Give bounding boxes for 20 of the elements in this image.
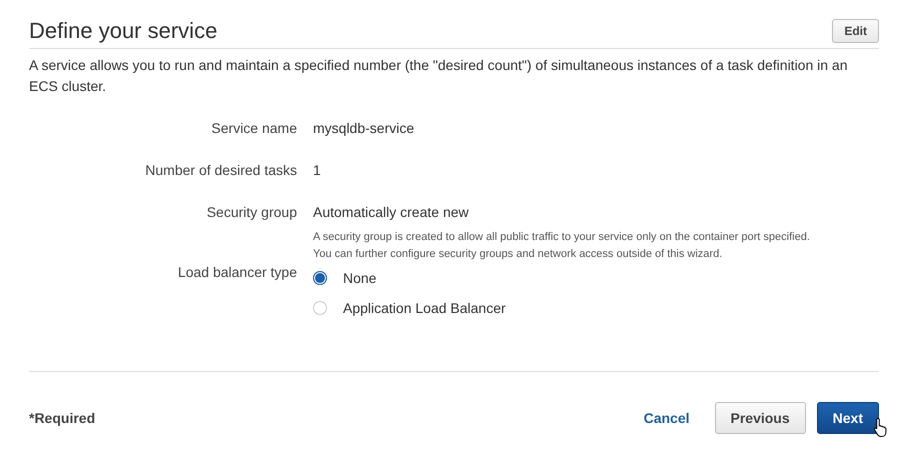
help-text: A security group is created to allow all public traffic to your service only on the container port specified.: [313, 230, 811, 245]
page-title: Define your service: [29, 18, 218, 44]
edit-button[interactable]: Edit: [832, 19, 879, 43]
description-text: A service allows you to run and maintain a specified number (the "desired count") of simultaneous instances of a task definition in an ECS cluster.: [29, 56, 849, 96]
field-value: 1: [313, 161, 322, 179]
field-label: Security group: [206, 203, 297, 222]
cancel-link[interactable]: Cancel: [644, 410, 690, 426]
next-button[interactable]: Next: [816, 402, 879, 434]
field-label: Load balancer type: [176, 263, 297, 282]
field-value: Automatically create new: [313, 203, 470, 221]
field-value: mysqldb-service: [313, 119, 416, 137]
radio-label[interactable]: None: [343, 270, 376, 286]
help-text: You can further configure security groups and network access outside of this wizard.: [313, 247, 724, 262]
previous-button[interactable]: Previous: [714, 402, 806, 434]
radio-button[interactable]: [313, 271, 327, 285]
hand-pointer-icon: [873, 417, 889, 437]
required-note: *Required: [29, 410, 96, 426]
field-label: Service name: [210, 119, 297, 137]
radio-label[interactable]: Application Load Balancer: [343, 300, 506, 316]
field-label: Number of desired tasks: [144, 161, 297, 179]
